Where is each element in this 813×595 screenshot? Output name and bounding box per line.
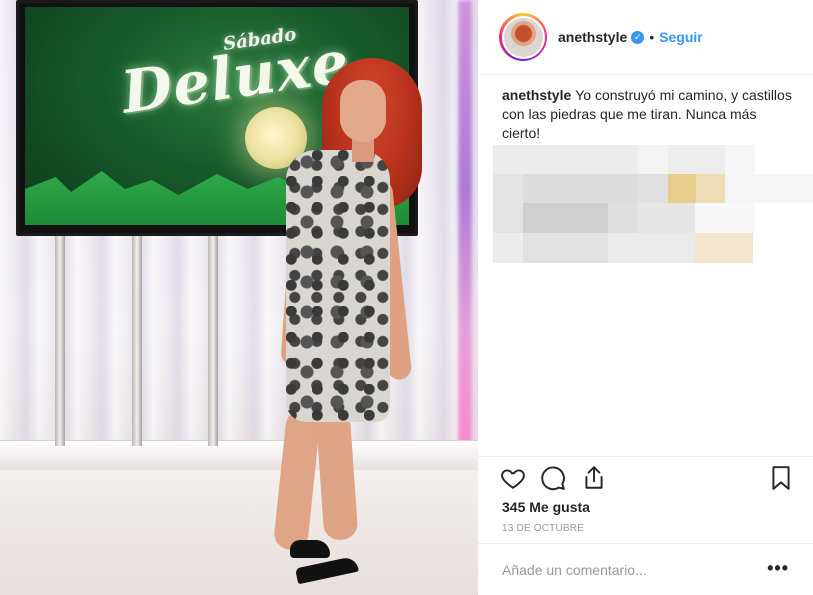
post-date[interactable]: 13 DE OCTUBRE (502, 523, 584, 534)
redacted-block (608, 203, 638, 233)
tv-stand-middle (132, 236, 142, 446)
heart-icon[interactable] (500, 465, 528, 493)
more-options-icon[interactable]: ••• (767, 558, 789, 579)
redacted-block (638, 203, 695, 233)
tv-stand-right (208, 236, 218, 446)
redacted-block (695, 233, 753, 263)
redacted-block (725, 145, 755, 174)
post-side-panel: anethstyle ✓ • Seguir anethstyle Yo const… (478, 0, 813, 595)
redacted-block (695, 203, 755, 233)
tv-stand-left (55, 236, 65, 446)
header-username[interactable]: anethstyle (558, 29, 627, 45)
likes-count[interactable]: 345 Me gusta (502, 499, 590, 515)
redacted-block (493, 145, 638, 174)
stage-floor (0, 470, 478, 595)
bookmark-icon[interactable] (768, 465, 796, 493)
post-caption: anethstyle Yo construyó mi camino, y cast… (502, 86, 792, 143)
redacted-block (493, 233, 523, 263)
redacted-block (523, 174, 638, 203)
redacted-block (668, 174, 696, 203)
background-neon-light (458, 0, 472, 470)
post-photo[interactable]: Sábado Deluxe (0, 0, 478, 595)
redacted-block (668, 145, 725, 174)
person-shoe-left (290, 540, 330, 558)
redacted-block (725, 174, 813, 203)
post-actions (478, 456, 813, 502)
header-separator: • (649, 29, 655, 45)
comment-bar: ••• (478, 543, 813, 595)
redacted-block (493, 174, 523, 203)
person-dress (286, 150, 390, 422)
share-icon[interactable] (581, 465, 609, 493)
comment-icon[interactable] (540, 465, 568, 493)
person-face (340, 80, 386, 142)
caption-username[interactable]: anethstyle (502, 87, 571, 103)
verified-badge-icon: ✓ (631, 30, 645, 44)
follow-button[interactable]: Seguir (659, 29, 703, 45)
avatar-story-ring[interactable] (499, 13, 547, 61)
redacted-block (493, 203, 523, 233)
comment-input[interactable] (502, 562, 742, 578)
redacted-block (696, 174, 725, 203)
redacted-block (523, 203, 608, 233)
redacted-block (523, 233, 608, 263)
post-header: anethstyle ✓ • Seguir (478, 0, 813, 75)
redacted-comments (493, 145, 813, 263)
redacted-block (638, 145, 668, 174)
avatar[interactable] (501, 15, 545, 59)
redacted-block (608, 233, 695, 263)
tv-logo-large-text: Deluxe (117, 27, 354, 127)
stage-edge (0, 440, 478, 474)
redacted-block (638, 174, 668, 203)
